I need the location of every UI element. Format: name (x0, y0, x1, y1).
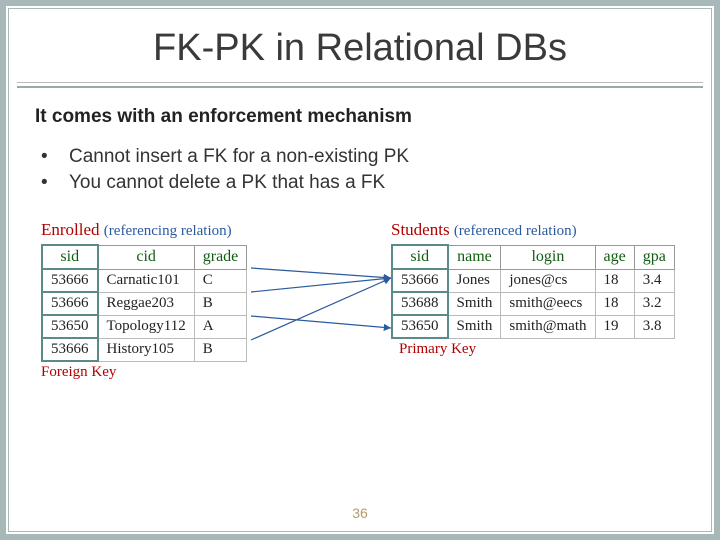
bullet-text: You cannot delete a PK that has a FK (69, 172, 385, 193)
list-item: •You cannot delete a PK that has a FK (41, 172, 685, 194)
table-row: 53666History105B (42, 338, 247, 361)
fk-arrows (241, 248, 401, 388)
enrolled-table: sid cid grade 53666Carnatic101C 53666Reg… (41, 244, 247, 362)
table-row: 53666Reggae203B (42, 292, 247, 315)
enrolled-paren: (referencing relation) (104, 223, 232, 239)
table-row: sid cid grade (42, 245, 247, 269)
col-header: age (595, 245, 634, 269)
students-sublabel: Primary Key (399, 341, 675, 358)
col-header: sid (42, 245, 98, 269)
students-label: Students (referenced relation) (391, 220, 675, 240)
col-header: gpa (634, 245, 674, 269)
slide-title: FK-PK in Relational DBs (9, 9, 711, 82)
enrolled-sublabel: Foreign Key (41, 364, 247, 381)
table-row: 53666Jonesjones@cs183.4 (392, 269, 674, 292)
enrolled-block: Enrolled (referencing relation) sid cid … (41, 220, 247, 381)
students-block: Students (referenced relation) sid name … (391, 220, 675, 358)
col-header: name (448, 245, 501, 269)
table-row: 53650Smithsmith@math193.8 (392, 315, 674, 338)
students-paren: (referenced relation) (454, 223, 577, 239)
col-header: cid (98, 245, 195, 269)
bullet-list: •Cannot insert a FK for a non-existing P… (35, 146, 685, 194)
lead-text: It comes with an enforcement mechanism (35, 106, 685, 128)
bullet-text: Cannot insert a FK for a non-existing PK (69, 146, 409, 167)
table-row: 53688Smithsmith@eecs183.2 (392, 292, 674, 315)
col-header: login (501, 245, 595, 269)
table-row: 53650Topology112A (42, 315, 247, 338)
enrolled-name: Enrolled (41, 220, 100, 239)
col-header: grade (194, 245, 247, 269)
diagram-area: Enrolled (referencing relation) sid cid … (41, 220, 679, 440)
table-row: 53666Carnatic101C (42, 269, 247, 292)
page-number: 36 (9, 505, 711, 521)
slide-inner: FK-PK in Relational DBs It comes with an… (8, 8, 712, 532)
col-header: sid (392, 245, 448, 269)
list-item: •Cannot insert a FK for a non-existing P… (41, 146, 685, 168)
enrolled-label: Enrolled (referencing relation) (41, 220, 247, 240)
slide-frame: FK-PK in Relational DBs It comes with an… (0, 0, 720, 540)
content-area: It comes with an enforcement mechanism •… (9, 88, 711, 440)
divider-thin (17, 82, 703, 83)
lead-bold: It comes with an enforcement mechanism (35, 106, 412, 127)
students-table: sid name login age gpa 53666Jonesjones@c… (391, 244, 675, 339)
table-row: sid name login age gpa (392, 245, 674, 269)
students-name: Students (391, 220, 450, 239)
